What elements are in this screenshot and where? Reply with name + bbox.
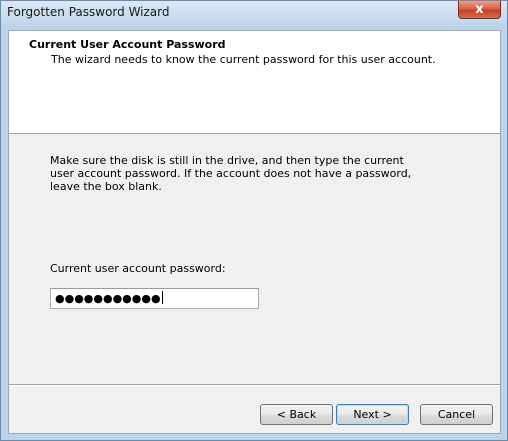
next-button[interactable]: Next > <box>336 404 409 425</box>
wizard-client-area: Current User Account Password The wizard… <box>8 30 501 434</box>
close-button[interactable]: x <box>458 1 501 19</box>
close-icon: x <box>475 2 484 17</box>
window-title: Forgotten Password Wizard <box>7 5 170 19</box>
cancel-button[interactable]: Cancel <box>420 404 493 425</box>
page-subtitle: The wizard needs to know the current pas… <box>51 53 436 66</box>
back-button[interactable]: < Back <box>260 404 333 425</box>
footer-divider <box>9 384 500 386</box>
wizard-window: Forgotten Password Wizard x Current User… <box>0 0 508 441</box>
text-caret <box>161 291 163 304</box>
password-label: Current user account password: <box>50 262 226 275</box>
password-field[interactable]: ●●●●●●●●●●● <box>50 288 259 309</box>
wizard-header: Current User Account Password The wizard… <box>9 31 500 134</box>
title-bar[interactable]: Forgotten Password Wizard x <box>1 1 507 23</box>
password-mask: ●●●●●●●●●●● <box>55 292 161 305</box>
page-title: Current User Account Password <box>29 38 226 51</box>
instructions-text: Make sure the disk is still in the drive… <box>50 154 412 193</box>
